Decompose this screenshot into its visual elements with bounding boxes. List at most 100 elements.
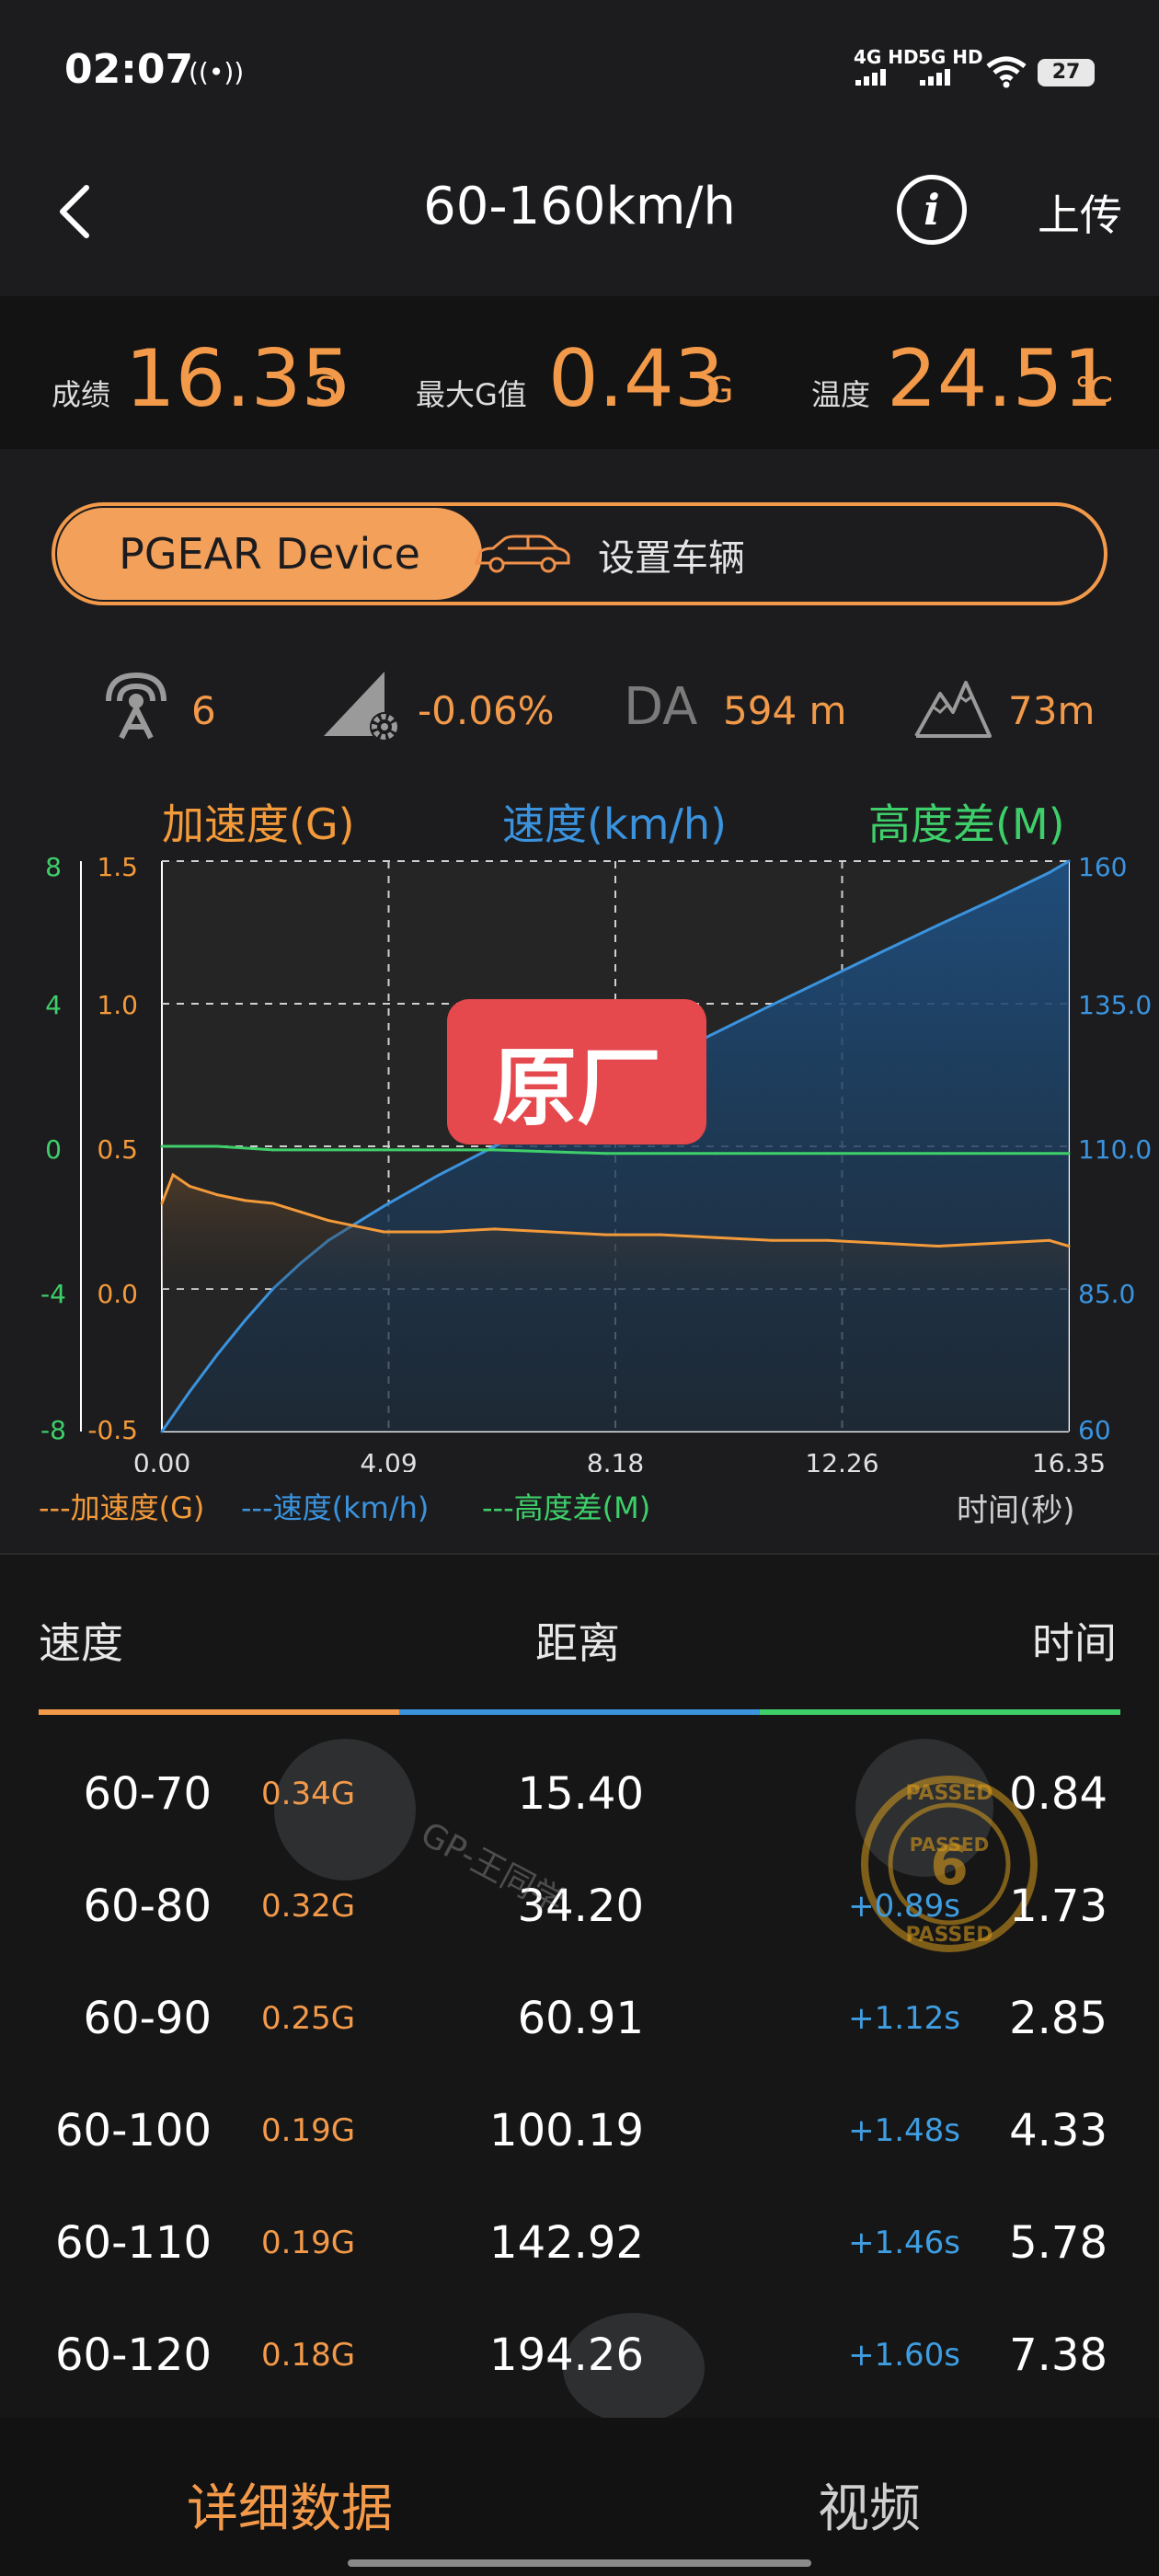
set-vehicle-tab[interactable]: 设置车辆 xyxy=(598,528,745,581)
tab-video[interactable]: 视频 xyxy=(580,2467,1159,2542)
chart-speed-heading: 速度(km/h) xyxy=(502,799,727,849)
signal-4g-label: 4G HD xyxy=(854,46,919,68)
temperature-unit: ℃ xyxy=(1074,370,1114,410)
distance-cell: 100.19 xyxy=(489,2105,644,2156)
legend-accel: ---加速度(G) xyxy=(39,1490,205,1525)
table-row: 60-90 0.25G 60.91 +1.12s 2.85 xyxy=(0,1965,1159,2077)
speed-point xyxy=(438,1173,442,1177)
height-point xyxy=(271,1148,275,1152)
table-row: 60-70 0.34G 15.40 0.84 xyxy=(0,1741,1159,1853)
accel-point xyxy=(215,1193,219,1197)
g-cell: 0.32G xyxy=(261,1888,356,1925)
g-cell: 0.18G xyxy=(261,2337,356,2374)
time-diff-cell: +1.60s xyxy=(848,2337,960,2374)
car-icon xyxy=(474,535,570,573)
time-cell: 2.85 xyxy=(1009,1993,1107,2044)
max-g-unit: G xyxy=(706,370,734,410)
page-title: 60-160km/h xyxy=(423,177,736,236)
speed-point xyxy=(881,949,885,953)
accel-tick-label: 1.0 xyxy=(97,990,138,1020)
accel-point xyxy=(603,1233,607,1236)
accel-point xyxy=(243,1199,247,1202)
bottom-navigation: 详细数据 视频 xyxy=(0,2418,1159,2576)
legend-height: ---高度差(M) xyxy=(482,1490,651,1525)
x-tick-label: 12.26 xyxy=(805,1448,878,1472)
height-tick-label: -8 xyxy=(40,1415,66,1445)
time-cell: 0.84 xyxy=(1009,1768,1107,1820)
wifi-icon xyxy=(986,56,1027,88)
speed-point xyxy=(936,923,940,926)
height-point xyxy=(160,1144,164,1148)
x-tick-label: 8.18 xyxy=(587,1448,644,1472)
density-altitude-label: DA xyxy=(624,677,698,737)
tab-details[interactable]: 详细数据 xyxy=(0,2467,580,2542)
speed-point xyxy=(993,898,996,902)
accel-point xyxy=(881,1241,885,1245)
speed-point xyxy=(215,1352,219,1356)
device-tab[interactable]: PGEAR Device xyxy=(57,508,482,600)
height-point xyxy=(215,1144,219,1148)
speed-point xyxy=(1067,859,1071,863)
speed-point xyxy=(1048,870,1051,874)
range-cell: 60-120 xyxy=(54,2329,212,2381)
header-speed: 速度 xyxy=(39,1618,123,1668)
height-point xyxy=(493,1148,497,1152)
x-axis-label: 时间(秒) xyxy=(957,1492,1075,1529)
overlay-badge: 原厂 xyxy=(447,999,706,1144)
accel-point xyxy=(188,1184,191,1188)
performance-chart: 8 4 0 -4 -8 1.5 1.0 0.5 0.0 -0.5 160 135.0 110.0 85.0… xyxy=(40,852,1152,1472)
accel-point xyxy=(171,1173,175,1177)
accel-point xyxy=(327,1219,330,1223)
distance-cell: 142.92 xyxy=(489,2217,644,2269)
signal-bars-icon xyxy=(920,68,953,86)
time-diff-cell: +1.48s xyxy=(848,2112,960,2149)
g-cell: 0.19G xyxy=(261,2112,356,2149)
accel-tick-label: 0.5 xyxy=(97,1134,138,1165)
g-cell: 0.34G xyxy=(261,1776,356,1812)
height-point xyxy=(936,1152,940,1156)
score-unit: S xyxy=(315,370,338,410)
legend-speed: ---速度(km/h) xyxy=(241,1490,430,1525)
distance-cell: 15.40 xyxy=(517,1768,644,1820)
speed-tick-label: 135.0 xyxy=(1078,990,1152,1020)
time-diff-cell: +1.46s xyxy=(848,2225,960,2261)
upload-button[interactable]: 上传 xyxy=(1038,182,1122,243)
time-cell: 5.78 xyxy=(1009,2217,1107,2269)
accel-point xyxy=(299,1210,303,1213)
signal-bars-icon xyxy=(855,68,889,86)
height-point xyxy=(715,1152,718,1156)
accel-point xyxy=(660,1233,663,1236)
time-cell: 4.33 xyxy=(1009,2105,1107,2156)
speed-point xyxy=(826,976,830,980)
split-times-table: 速度 距离 时间 6 PASSED PASSED PASSED 60-70 0.3… xyxy=(0,1553,1159,2418)
speed-point xyxy=(160,1430,164,1433)
accel-point xyxy=(715,1236,718,1239)
accel-point xyxy=(382,1230,385,1234)
accel-point xyxy=(354,1225,358,1228)
time-diff-cell: +0.89s xyxy=(848,1888,960,1925)
chart-accel-heading: 加速度(G) xyxy=(162,799,355,849)
x-tick-label: 4.09 xyxy=(360,1448,417,1472)
satellite-icon xyxy=(106,672,166,740)
accel-tick-label: -0.5 xyxy=(87,1415,138,1445)
range-cell: 60-90 xyxy=(83,1993,212,2044)
time-cell: 1.73 xyxy=(1009,1880,1107,1932)
header-distance: 距离 xyxy=(535,1618,620,1668)
g-cell: 0.19G xyxy=(261,2225,356,2261)
height-point xyxy=(382,1148,385,1152)
accel-point xyxy=(993,1241,996,1245)
range-cell: 60-70 xyxy=(83,1768,212,1820)
header-underline xyxy=(39,1709,1120,1715)
height-tick-label: 8 xyxy=(45,852,62,882)
speed-point xyxy=(382,1204,385,1208)
time-cell: 7.38 xyxy=(1009,2329,1107,2381)
height-point xyxy=(826,1152,830,1156)
x-tick-label: 16.35 xyxy=(1032,1448,1106,1472)
g-cell: 0.25G xyxy=(261,2000,356,2037)
score-label: 成绩 xyxy=(52,377,111,412)
cast-icon: ((•)) xyxy=(189,57,245,87)
speed-point xyxy=(715,1030,718,1034)
accel-point xyxy=(936,1245,940,1248)
info-button[interactable]: i xyxy=(897,175,967,245)
accel-point xyxy=(160,1202,164,1205)
